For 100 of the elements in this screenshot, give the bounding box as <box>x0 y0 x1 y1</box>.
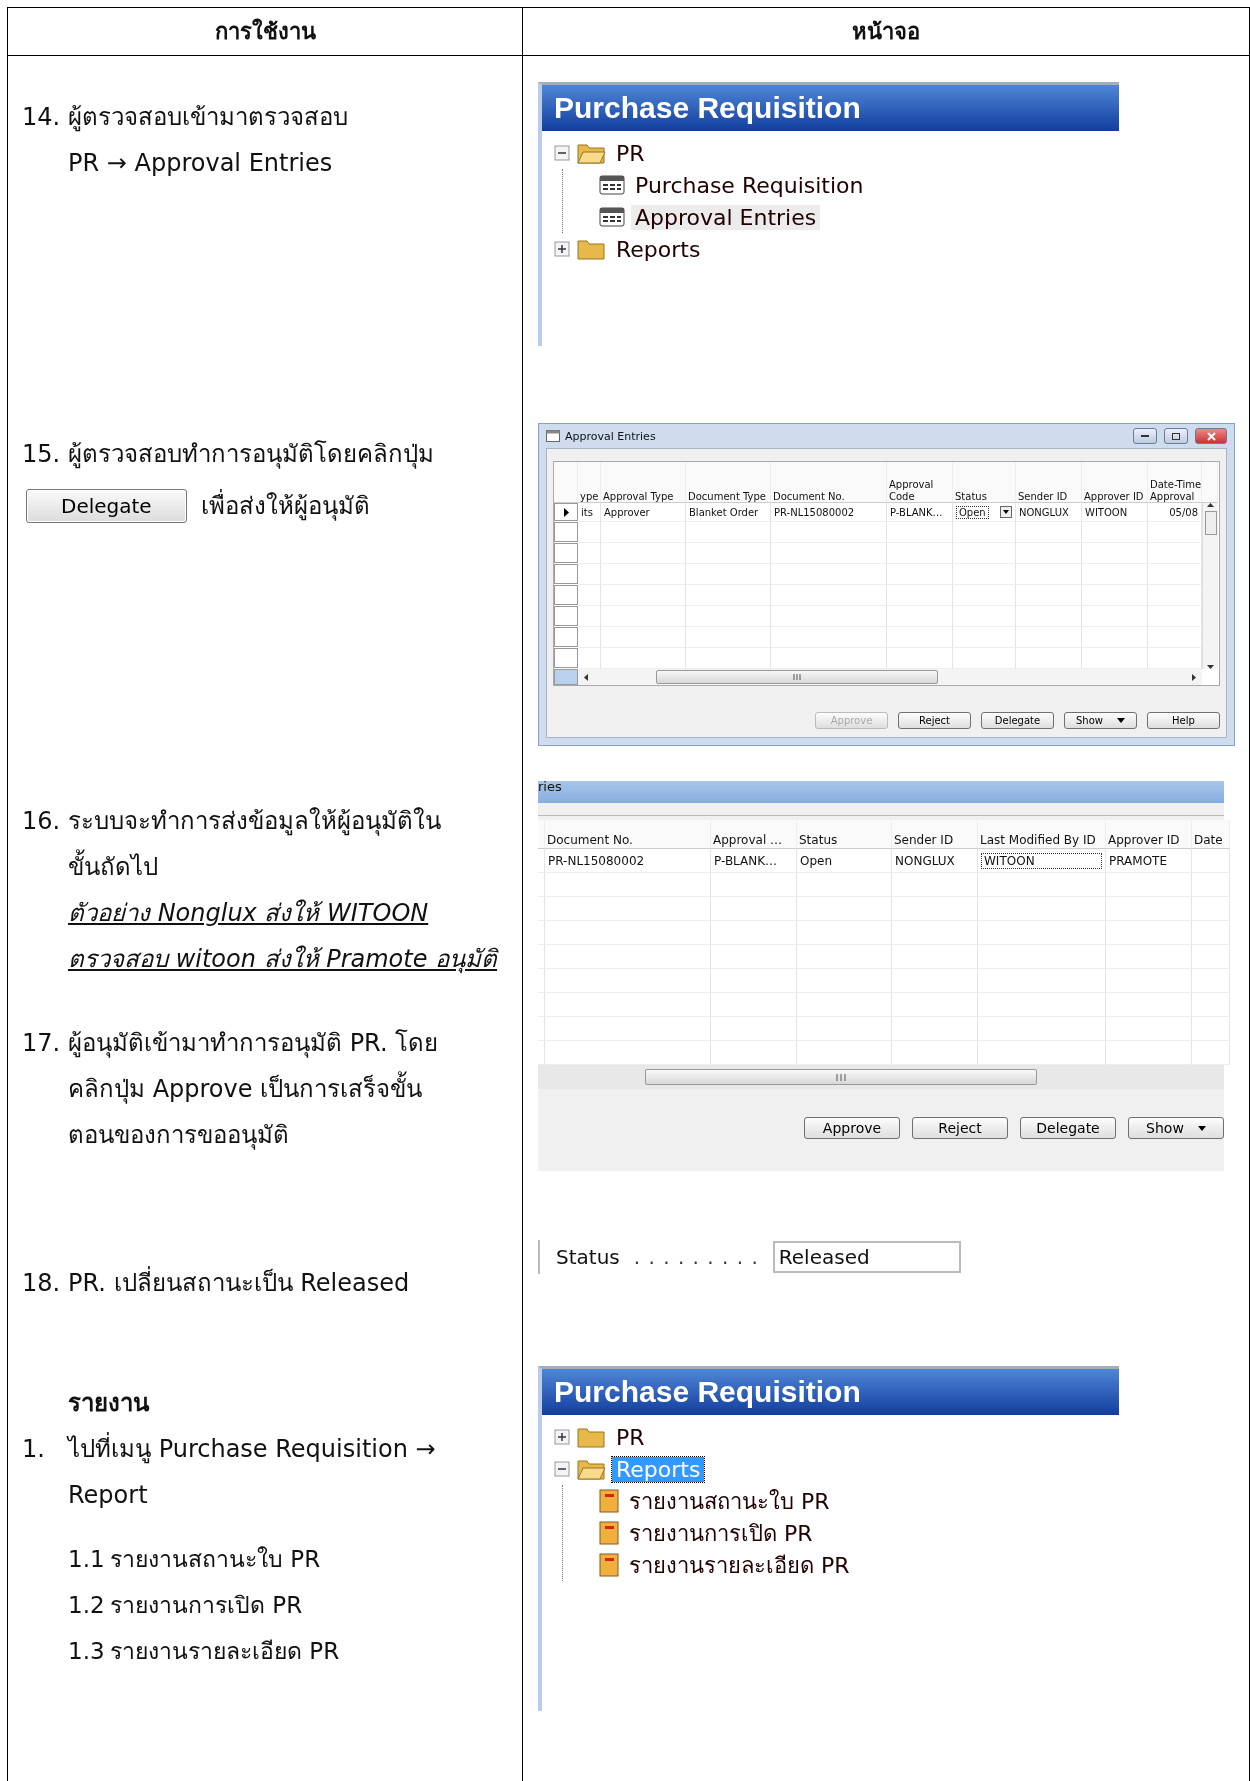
window-icon <box>546 430 560 442</box>
scroll-left-icon[interactable] <box>584 673 588 681</box>
column-header[interactable]: Approval Type <box>601 462 686 503</box>
table-cell <box>1082 522 1148 543</box>
step-text: เพื่อส่งให้ผู้อนุมัติ <box>200 483 370 529</box>
leader-dots: . . . . . . . . . <box>633 1245 759 1269</box>
table-cell: WITOON <box>978 849 1106 873</box>
table-cell: P-BLANK… <box>887 503 953 522</box>
table-cell: its <box>578 503 601 522</box>
table-cell <box>578 543 601 564</box>
step-number: 1. <box>22 1434 46 1465</box>
table-cell: NONGLUX <box>1016 503 1082 522</box>
item-number: 1.1 <box>68 1545 106 1574</box>
scrollbar-thumb[interactable] <box>656 670 938 684</box>
example-text: ตรวจสอบ witoon ส่งให้ Pramote อนุมัติ <box>68 944 500 976</box>
table-cell <box>1016 585 1082 606</box>
column-header[interactable]: Document No. <box>545 820 711 849</box>
table-cell: Approver <box>601 503 686 522</box>
item-number: 1.2 <box>68 1591 106 1620</box>
delegate-button[interactable]: Delegate <box>26 489 187 523</box>
table-cell <box>578 522 601 543</box>
tree-item[interactable]: PR <box>612 140 649 166</box>
column-header[interactable]: Approval Code <box>887 462 953 503</box>
caret-icon <box>1117 718 1125 723</box>
table-cell: PR-NL15080002 <box>545 849 711 873</box>
expand-icon[interactable] <box>554 241 570 257</box>
dialog-button[interactable]: Show <box>1064 712 1137 729</box>
status-field[interactable]: Released <box>772 1241 961 1273</box>
scrollbar-thumb[interactable] <box>645 1069 1037 1085</box>
tree-item[interactable]: Purchase Requisition <box>631 172 868 198</box>
step-text: ไปที่เมนู Purchase Requisition → Report <box>68 1426 468 1518</box>
horizontal-scrollbar[interactable] <box>578 669 1202 685</box>
item-text: รายงานการเปิด PR <box>110 1591 304 1620</box>
item-number: 1.3 <box>68 1637 106 1666</box>
column-header[interactable]: Status <box>797 820 892 849</box>
scroll-down-icon[interactable] <box>1207 665 1214 669</box>
table-cell: PRAMOTE <box>1106 849 1192 873</box>
expand-icon[interactable] <box>554 1429 570 1445</box>
column-header[interactable]: Approver ID <box>1082 462 1148 503</box>
example-text: ตัวอย่าง Nonglux ส่งให้ WITOON <box>68 898 430 929</box>
column-header[interactable]: Approver ID <box>1106 820 1192 849</box>
dialog-button[interactable]: Reject <box>912 1117 1008 1139</box>
corner-cell <box>554 669 578 685</box>
table-cell <box>953 606 1016 627</box>
table-cell <box>1192 945 1230 969</box>
table-cell <box>1016 564 1082 585</box>
step-number: 15. <box>22 439 62 470</box>
column-header[interactable]: ype <box>578 462 601 503</box>
horizontal-scrollbar[interactable] <box>538 1065 1224 1089</box>
dialog-button[interactable]: Reject <box>898 712 971 729</box>
table-cell <box>1082 606 1148 627</box>
table-cell <box>1192 969 1230 993</box>
column-header[interactable]: Document Type <box>686 462 771 503</box>
dialog-button[interactable]: Delegate <box>981 712 1054 729</box>
tree-item[interactable]: Reports <box>612 236 705 262</box>
step-number: 14. <box>22 102 62 133</box>
collapse-icon[interactable] <box>554 1461 570 1477</box>
table-cell: PR-NL15080002 <box>771 503 887 522</box>
collapse-icon[interactable] <box>554 145 570 161</box>
column-header[interactable]: Status <box>953 462 1016 503</box>
row-selector[interactable] <box>554 503 578 521</box>
tree-item[interactable]: PR <box>612 1424 649 1450</box>
column-header[interactable]: Document No. <box>771 462 887 503</box>
table-cell <box>578 564 601 585</box>
table-cell <box>887 606 953 627</box>
item-text: รายงานรายละเอียด PR <box>110 1637 341 1666</box>
dialog-button[interactable]: Approve <box>804 1117 900 1139</box>
dialog-button[interactable]: Help <box>1147 712 1220 729</box>
minimize-icon <box>1141 434 1149 438</box>
step-number: 16. <box>22 806 62 837</box>
column-header[interactable]: Sender ID <box>1016 462 1082 503</box>
table-cell <box>953 543 1016 564</box>
table-cell <box>953 627 1016 648</box>
column-header[interactable]: Date-Time Approval <box>1148 462 1202 503</box>
scroll-right-icon[interactable] <box>1192 673 1196 681</box>
table-cell <box>1192 921 1230 945</box>
column-header[interactable]: Date <box>1192 820 1230 849</box>
column-header[interactable]: Sender ID <box>892 820 978 849</box>
minimize-button[interactable] <box>1133 428 1157 444</box>
column-header[interactable]: Last Modified By ID <box>978 820 1106 849</box>
window-title: ries <box>538 779 562 794</box>
dialog-button[interactable]: Show <box>1128 1117 1224 1139</box>
vertical-scrollbar[interactable] <box>1202 503 1218 669</box>
table-cell <box>1192 993 1230 1017</box>
caret-icon <box>1197 1125 1206 1131</box>
table-cell: P-BLANK… <box>711 849 797 873</box>
maximize-icon <box>1172 432 1180 440</box>
open-folder-icon <box>576 141 606 165</box>
table-cell <box>953 564 1016 585</box>
maximize-button[interactable] <box>1164 428 1188 444</box>
scrollbar-thumb[interactable] <box>1204 511 1217 535</box>
dropdown-icon[interactable] <box>1000 506 1012 518</box>
column-header[interactable]: Approval … <box>711 820 797 849</box>
form-icon <box>599 207 625 227</box>
step-text: ระบบจะทำการส่งข้อมูลให้ผู้อนุมัติในขั้นถัดไป <box>68 806 442 883</box>
dialog-button[interactable]: Delegate <box>1020 1117 1116 1139</box>
table-cell <box>1192 897 1230 921</box>
tree-item[interactable]: Approval Entries <box>631 204 821 230</box>
table-cell <box>1148 543 1202 564</box>
close-button[interactable] <box>1195 428 1227 444</box>
